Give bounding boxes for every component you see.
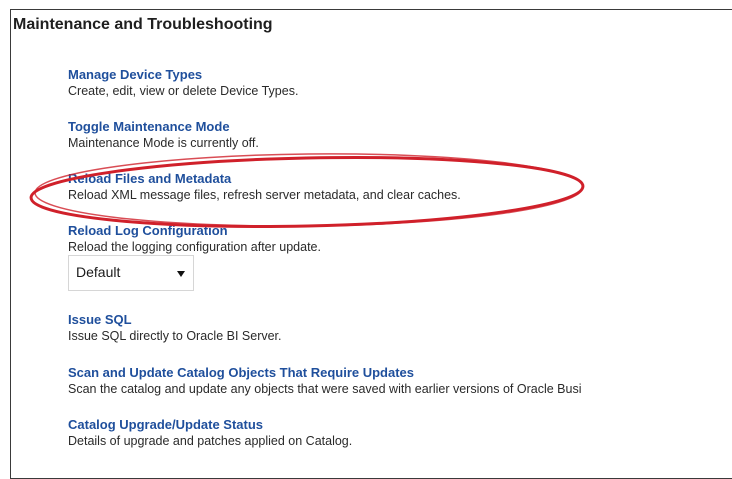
list-item-scan-and-update-catalog: Scan and Update Catalog Objects That Req… bbox=[68, 364, 581, 398]
reload-log-configuration-description: Reload the logging configuration after u… bbox=[68, 240, 321, 254]
section-title: Maintenance and Troubleshooting bbox=[13, 16, 273, 33]
catalog-upgrade-status-link[interactable]: Catalog Upgrade/Update Status bbox=[68, 416, 352, 433]
catalog-upgrade-status-description: Details of upgrade and patches applied o… bbox=[68, 434, 353, 448]
list-item-manage-device-types: Manage Device Types Create, edit, view o… bbox=[68, 66, 298, 100]
manage-device-types-description: Create, edit, view or delete Device Type… bbox=[68, 84, 299, 98]
list-item-reload-log-configuration: Reload Log Configuration Reload the logg… bbox=[68, 222, 321, 256]
reload-files-and-metadata-description: Reload XML message files, refresh server… bbox=[68, 188, 461, 202]
dropdown-arrow-icon bbox=[177, 271, 185, 277]
reload-files-and-metadata-link[interactable]: Reload Files and Metadata bbox=[68, 170, 461, 187]
scan-and-update-catalog-link[interactable]: Scan and Update Catalog Objects That Req… bbox=[68, 364, 581, 381]
issue-sql-description: Issue SQL directly to Oracle BI Server. bbox=[68, 329, 282, 343]
toggle-maintenance-mode-description: Maintenance Mode is currently off. bbox=[68, 136, 259, 150]
manage-device-types-link[interactable]: Manage Device Types bbox=[68, 66, 298, 83]
list-item-catalog-upgrade-status: Catalog Upgrade/Update Status Details of… bbox=[68, 416, 352, 450]
list-item-reload-files-and-metadata: Reload Files and Metadata Reload XML mes… bbox=[68, 170, 461, 204]
toggle-maintenance-mode-link[interactable]: Toggle Maintenance Mode bbox=[68, 118, 259, 135]
issue-sql-link[interactable]: Issue SQL bbox=[68, 311, 282, 328]
list-item-toggle-maintenance-mode: Toggle Maintenance Mode Maintenance Mode… bbox=[68, 118, 259, 152]
log-level-select[interactable]: Default bbox=[68, 255, 194, 291]
list-item-issue-sql: Issue SQL Issue SQL directly to Oracle B… bbox=[68, 311, 282, 345]
scan-and-update-catalog-description: Scan the catalog and update any objects … bbox=[68, 382, 582, 396]
reload-log-configuration-link[interactable]: Reload Log Configuration bbox=[68, 222, 321, 239]
log-level-select-value: Default bbox=[76, 264, 121, 280]
